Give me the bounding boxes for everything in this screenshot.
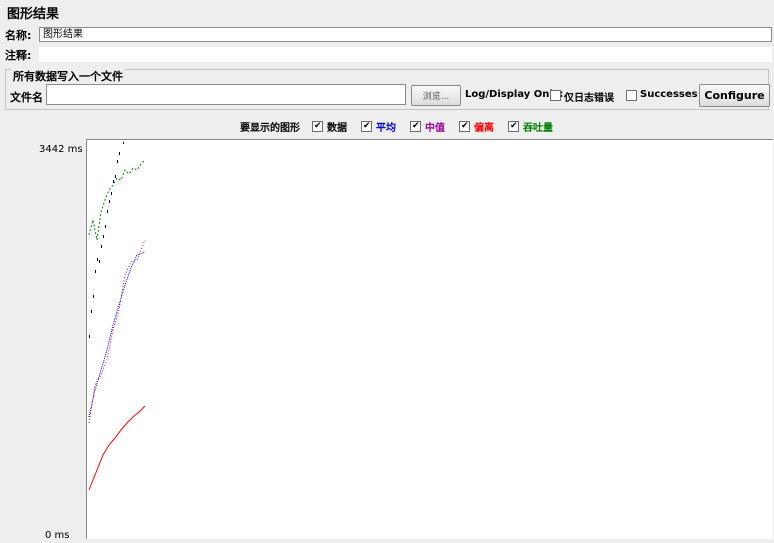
browse-button[interactable]: 浏览... xyxy=(411,85,461,106)
average-series-checkbox[interactable] xyxy=(361,121,372,132)
deviation-series-label: 偏离 xyxy=(474,123,494,134)
results-graph xyxy=(88,142,146,491)
data-series-checkbox[interactable] xyxy=(312,121,323,132)
log-display-only-label: Log/Display Only: xyxy=(465,89,564,100)
panel-title: 图形结果 xyxy=(7,7,60,22)
successes-label: Successes xyxy=(640,89,698,100)
graphs-to-display-bar: 要显示的图形 数据 平均 中值 偏离 吞吐量 xyxy=(240,119,553,134)
average-series-label: 平均 xyxy=(376,123,396,134)
name-label: 名称: xyxy=(5,28,32,42)
data-points xyxy=(89,142,124,338)
deviation-series-checkbox[interactable] xyxy=(459,121,470,132)
errors-only-checkbox[interactable] xyxy=(550,90,561,101)
throughput-series-label: 吞吐量 xyxy=(523,123,553,134)
comment-field[interactable] xyxy=(39,47,772,62)
comment-label: 注释: xyxy=(5,48,32,62)
configure-button[interactable]: Configure xyxy=(699,84,770,107)
median-series-checkbox[interactable] xyxy=(410,121,421,132)
file-label: 文件名 xyxy=(10,91,43,104)
average-line xyxy=(88,251,146,418)
data-series-label: 数据 xyxy=(327,123,347,134)
name-field[interactable]: 图形结果 xyxy=(39,27,772,42)
throughput-series-checkbox[interactable] xyxy=(508,121,519,132)
successes-checkbox[interactable] xyxy=(626,90,637,101)
y-axis-max-label: 3442 ms xyxy=(39,144,83,155)
file-group-legend: 所有数据写入一个文件 xyxy=(11,68,125,84)
comment-row: 注释: xyxy=(5,46,772,63)
throughput-line xyxy=(88,159,146,241)
name-row: 名称: 图形结果 xyxy=(5,26,772,43)
median-series-label: 中值 xyxy=(425,123,445,134)
median-line xyxy=(88,239,146,424)
graph-area xyxy=(86,139,773,539)
errors-only-label: 仅日志错误 xyxy=(564,93,614,104)
deviation-line xyxy=(88,405,146,491)
display-label: 要显示的图形 xyxy=(240,123,300,134)
filename-input[interactable] xyxy=(46,84,406,105)
